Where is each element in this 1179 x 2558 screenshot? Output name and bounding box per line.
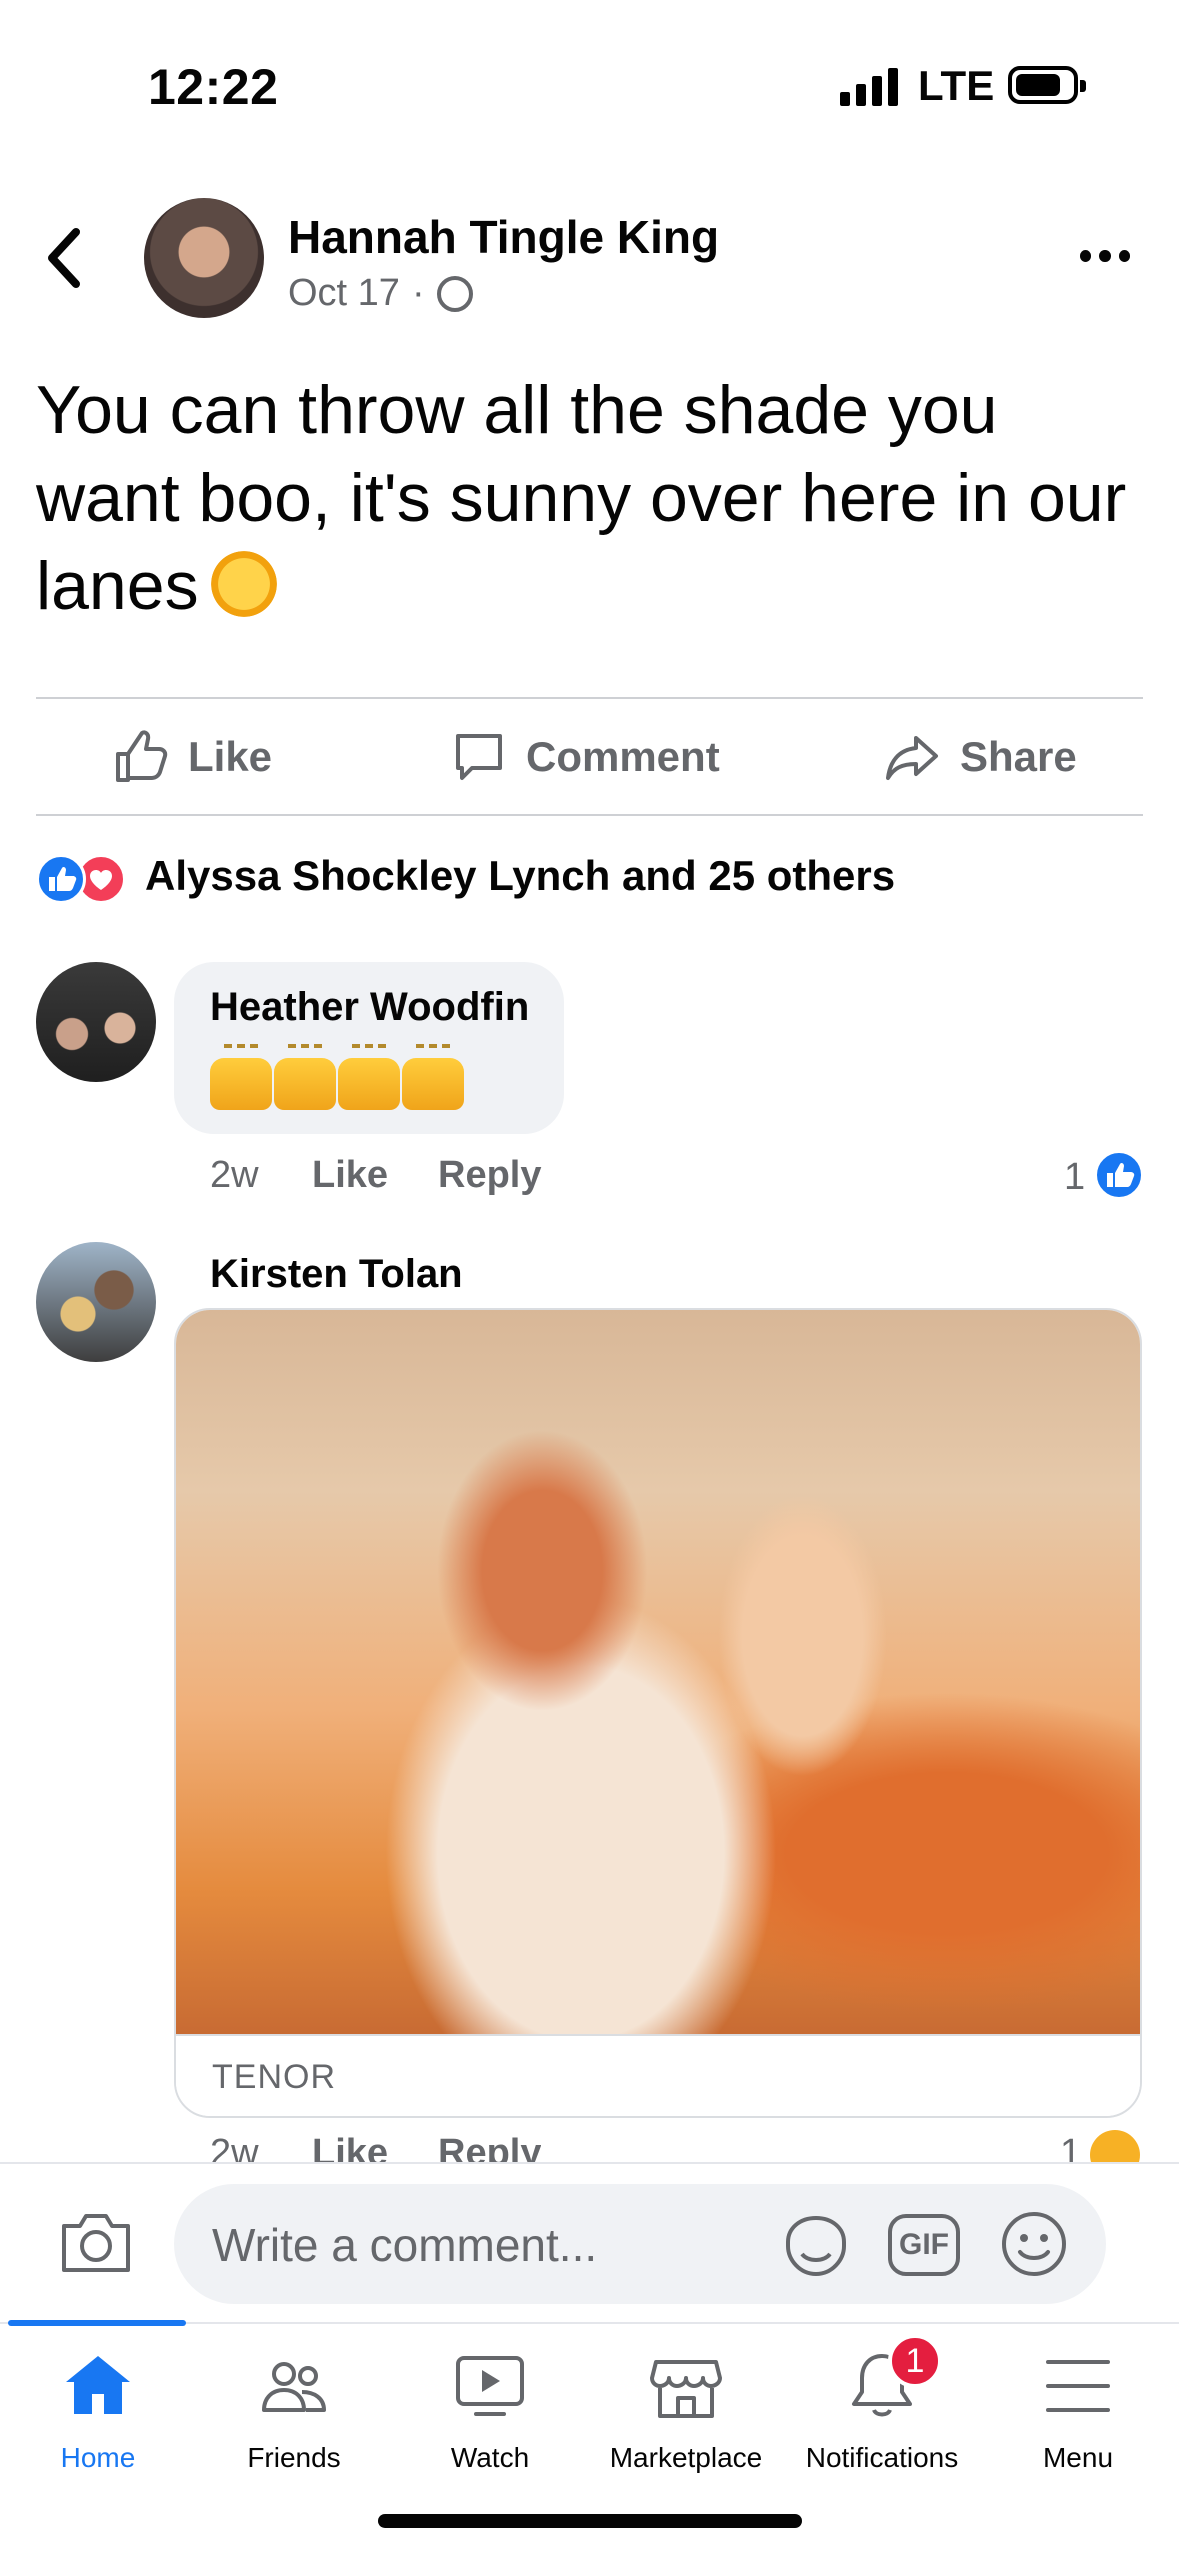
comment-reaction-count: 1 [1064,1156,1086,1198]
gif-source-label: TENOR [212,2058,336,2096]
public-globe-icon [436,275,473,312]
like-button[interactable]: Like [112,722,272,792]
tab-menu[interactable]: Menu [980,2340,1176,2480]
raised-hands-emoji [210,1044,464,1110]
tab-notifications[interactable]: Notifications [784,2340,980,2480]
back-icon[interactable] [40,218,90,298]
post-author-name[interactable]: Hannah Tingle King [288,210,719,264]
comment-reply-button[interactable]: Reply [438,2132,541,2164]
comment-reaction-count: 1 [1060,2132,1082,2164]
comment-input[interactable] [210,2184,774,2306]
author-avatar[interactable] [144,198,264,318]
battery-icon [1008,66,1086,104]
home-indicator [378,2514,802,2528]
comment-input-pill[interactable] [174,2184,1106,2306]
gif-attachment[interactable]: TENOR [174,1308,1142,2118]
menu-icon [1046,2360,1110,2412]
emoji-icon[interactable] [998,2208,1070,2280]
tab-friends[interactable]: Friends [196,2340,392,2480]
gif-icon[interactable]: GIF [888,2214,960,2276]
share-button[interactable]: Share [884,722,1077,792]
share-label: Share [960,733,1077,780]
commenter-name[interactable]: Heather Woodfin [210,985,529,1030]
like-reaction-icon[interactable] [1094,1150,1144,1200]
camera-icon[interactable] [58,2208,134,2276]
divider [36,814,1143,816]
post-text: You can throw all the shade you want boo… [36,372,1127,624]
sticker-icon[interactable] [780,2212,852,2284]
comment-like-button[interactable]: Like [312,2132,388,2164]
reactions-summary[interactable]: Alyssa Shockley Lynch and 25 others [145,852,895,900]
sun-emoji-icon [210,551,277,617]
share-icon [886,736,938,780]
marketplace-icon [650,2360,722,2418]
gif-footer: TENOR [176,2034,1140,2116]
commenter-avatar[interactable] [36,1242,156,1362]
thumbs-up-icon [116,730,168,782]
watch-icon [456,2356,524,2416]
tab-watch[interactable]: Watch [392,2340,588,2480]
comment-like-button[interactable]: Like [312,1154,388,1197]
post-meta: Oct 17 · [288,272,473,315]
tab-home[interactable]: Home [0,2340,196,2480]
network-label: LTE [918,62,995,109]
meta-separator: · [411,272,425,314]
comment-icon [456,734,502,780]
divider [36,697,1143,699]
active-tab-indicator [8,2320,186,2326]
comment-button[interactable]: Comment [450,722,720,792]
signal-icon [840,66,900,106]
notification-badge: 1 [888,2334,942,2388]
commenter-avatar[interactable] [36,962,156,1082]
comment-reply-button[interactable]: Reply [438,1154,541,1197]
post-date[interactable]: Oct 17 [288,272,400,315]
home-icon [66,2356,130,2414]
tab-marketplace[interactable]: Marketplace [588,2340,784,2480]
status-time: 12:22 [148,59,279,115]
commenter-name[interactable]: Kirsten Tolan [210,1252,463,1297]
like-label: Like [188,733,273,780]
reaction-icons[interactable] [36,854,136,906]
comment-label: Comment [526,733,720,780]
comment-time: 2w [210,1154,259,1196]
more-options-icon[interactable] [1080,250,1130,262]
gif-image[interactable] [176,1310,1140,2034]
friends-icon [262,2362,326,2412]
comment-time: 2w [210,2132,259,2164]
like-reaction-icon [36,854,86,904]
